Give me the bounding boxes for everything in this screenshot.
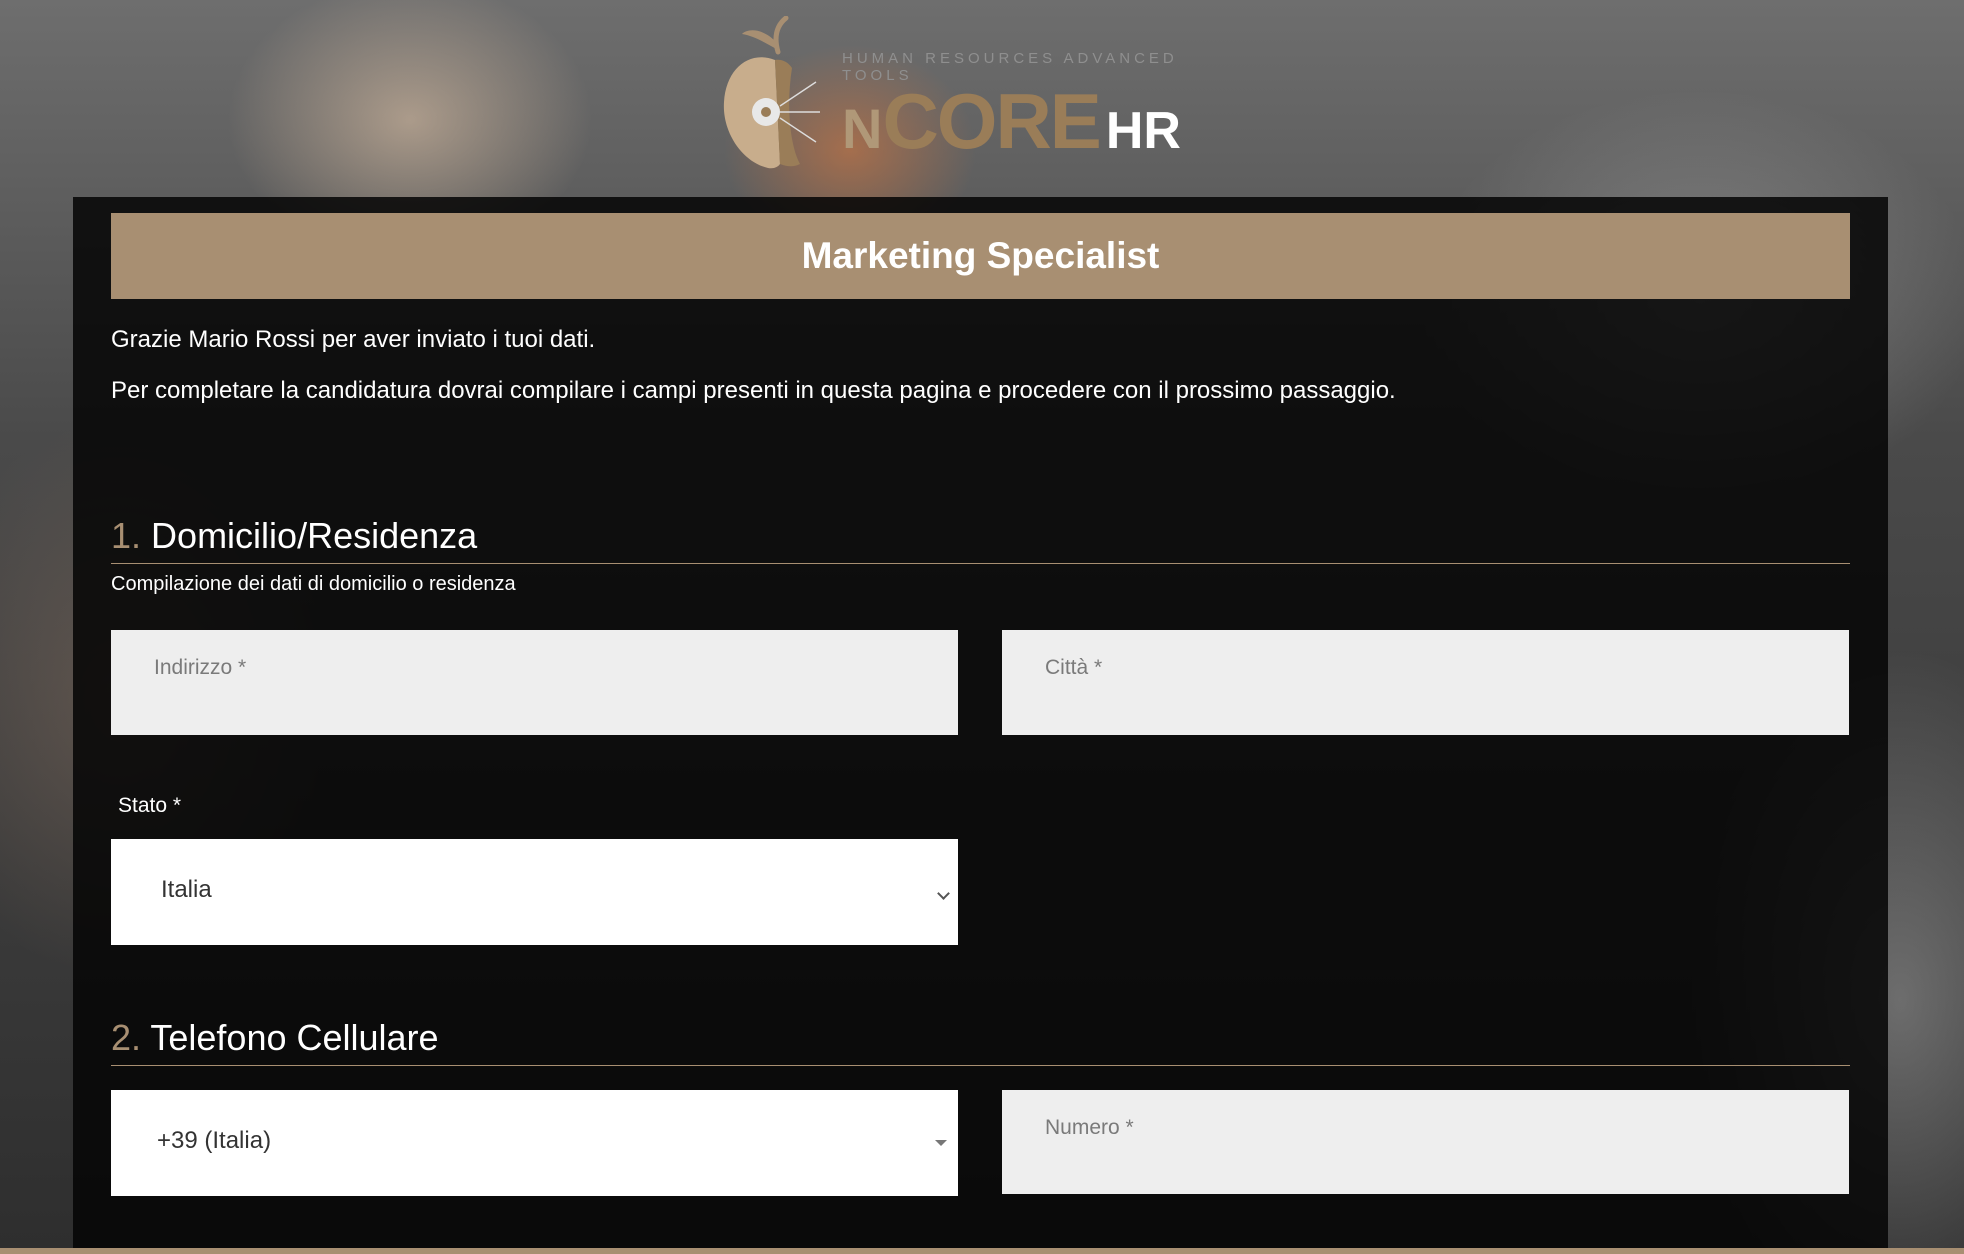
application-form-panel: Marketing Specialist Grazie Mario Rossi … <box>73 197 1888 1248</box>
job-title-banner: Marketing Specialist <box>111 213 1850 299</box>
phone-number-input[interactable]: Numero * <box>1002 1090 1849 1194</box>
bottom-accent-strip <box>0 1248 1964 1254</box>
country-select[interactable]: Italia <box>111 839 958 945</box>
section-number: 2. <box>111 1017 142 1058</box>
city-placeholder: Città * <box>1045 656 1103 679</box>
section-number: 1. <box>111 515 142 556</box>
logo: HUMAN RESOURCES ADVANCED TOOLS NCORE HR <box>720 16 1240 172</box>
address-input[interactable]: Indirizzo * <box>111 630 958 735</box>
apple-logo-icon <box>723 16 820 169</box>
logo-brand: NCORE HR <box>842 82 1181 160</box>
country-label: Stato * <box>118 794 182 817</box>
chevron-down-icon <box>937 887 950 900</box>
phone-prefix-select[interactable]: +39 (Italia) <box>111 1090 958 1196</box>
section-title: Telefono Cellulare <box>150 1017 439 1058</box>
section-subtitle: Compilazione dei dati di domicilio o res… <box>111 573 516 595</box>
instructions-message: Per completare la candidatura dovrai com… <box>111 377 1396 404</box>
section-heading-mobile-phone: 2. Telefono Cellulare <box>111 1017 1850 1066</box>
logo-brand-core: CORE <box>882 77 1101 165</box>
logo-brand-hr: HR <box>1105 102 1181 160</box>
section-heading-residence: 1. Domicilio/Residenza <box>111 515 1850 564</box>
address-placeholder: Indirizzo * <box>154 656 247 679</box>
section-title: Domicilio/Residenza <box>151 515 478 556</box>
thank-you-message: Grazie Mario Rossi per aver inviato i tu… <box>111 326 596 353</box>
phone-prefix-value: +39 (Italia) <box>157 1127 272 1154</box>
job-title: Marketing Specialist <box>801 235 1160 276</box>
country-selected-value: Italia <box>161 876 212 903</box>
phone-number-placeholder: Numero * <box>1045 1116 1134 1139</box>
logo-brand-n: N <box>842 97 883 160</box>
caret-down-icon <box>935 1140 947 1146</box>
city-input[interactable]: Città * <box>1002 630 1849 735</box>
